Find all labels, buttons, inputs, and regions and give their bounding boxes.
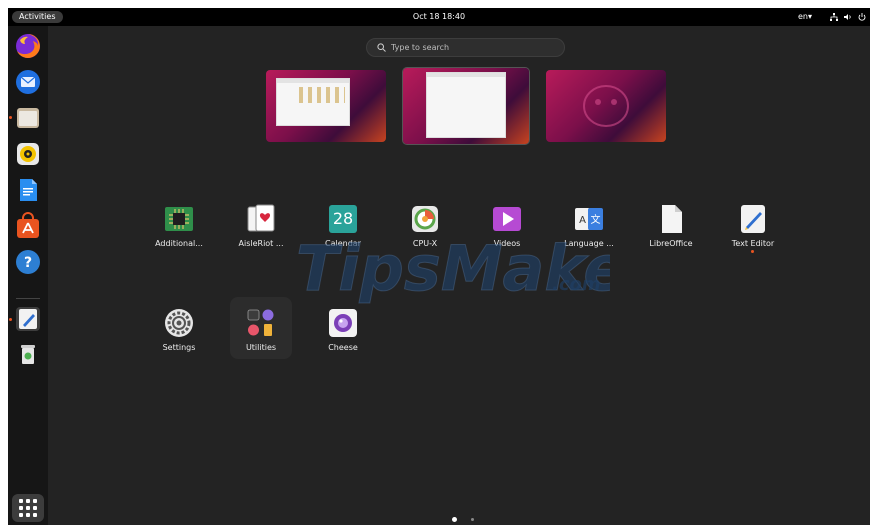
dock-item-writer[interactable] [14, 176, 42, 204]
dock-item-firefox[interactable] [14, 32, 42, 60]
app-label: Utilities [245, 343, 277, 352]
language-indicator[interactable]: en▾ [798, 12, 812, 21]
chip-icon [165, 207, 193, 231]
text-editor-icon [741, 205, 765, 233]
dock-item-files[interactable] [14, 104, 42, 132]
search-placeholder: Type to search [391, 43, 450, 52]
writer-icon [20, 179, 37, 201]
app-label: Text Editor [731, 239, 775, 248]
app-label: Additional... [155, 239, 203, 248]
dock-item-trash[interactable] [14, 340, 42, 368]
cpu-icon [412, 206, 438, 232]
trash-icon [21, 345, 35, 364]
top-bar: Activities Oct 18 18:40 en▾ [8, 8, 870, 26]
play-icon [493, 207, 521, 231]
svg-text:?: ? [24, 255, 32, 271]
svg-text:A: A [579, 215, 586, 226]
system-tray[interactable] [830, 11, 866, 23]
workspace-thumbnail-2[interactable] [403, 68, 529, 144]
new-app-indicator [751, 250, 754, 253]
text-editor-icon [16, 307, 40, 331]
ubuntu-mascot-icon [583, 85, 629, 127]
running-indicator [9, 318, 12, 321]
files-icon [17, 108, 39, 128]
page-dot-current[interactable] [452, 517, 457, 522]
music-icon [17, 143, 39, 165]
app-additional-drivers[interactable]: Additional... [138, 203, 220, 263]
software-store-icon [17, 212, 39, 238]
search-icon [377, 43, 386, 52]
page-indicator [452, 517, 474, 522]
gear-icon [165, 309, 193, 337]
app-folder-utilities[interactable]: Utilities [220, 307, 302, 367]
cards-icon [247, 204, 275, 232]
search-input[interactable]: Type to search [366, 38, 565, 57]
desktop-overview: Activities Oct 18 18:40 en▾ ? Type to se… [8, 8, 870, 525]
clock[interactable]: Oct 18 18:40 [8, 12, 870, 21]
app-cheese[interactable]: Cheese [302, 307, 384, 367]
svg-text:.com: .com [552, 274, 601, 295]
window-thumbnail-text-editor[interactable] [426, 72, 506, 138]
translate-icon: A 文 [575, 208, 603, 230]
app-label: Settings [162, 343, 196, 352]
watermark-logo: TipsMake .com [296, 232, 611, 306]
page-dot[interactable] [471, 518, 474, 521]
dock-item-software[interactable] [14, 212, 42, 240]
firefox-icon [16, 34, 40, 58]
dock-item-text-editor[interactable] [14, 305, 42, 333]
mail-icon [16, 70, 40, 94]
window-thumbnail-files[interactable] [276, 78, 350, 126]
app-label: LibreOffice [649, 239, 693, 248]
app-libreoffice[interactable]: LibreOffice [630, 203, 712, 263]
calendar-day: 28 [332, 209, 354, 228]
running-indicator [9, 116, 12, 119]
dock-item-thunderbird[interactable] [14, 68, 42, 96]
svg-text:文: 文 [591, 213, 601, 226]
help-icon: ? [16, 250, 40, 274]
dock: ? [8, 26, 48, 525]
dock-item-rhythmbox[interactable] [14, 140, 42, 168]
network-icon [830, 13, 838, 21]
app-label: Cheese [328, 343, 358, 352]
workspace-thumbnail-3[interactable] [546, 70, 666, 142]
document-icon [662, 205, 682, 233]
app-text-editor[interactable]: Text Editor [712, 203, 794, 263]
show-applications-button[interactable] [12, 494, 44, 522]
app-settings[interactable]: Settings [138, 307, 220, 367]
power-icon [858, 13, 866, 21]
workspace-thumbnail-1[interactable] [266, 70, 386, 142]
folder-icon [247, 309, 274, 336]
dock-separator [16, 298, 40, 299]
volume-icon [844, 14, 851, 20]
dock-item-help[interactable]: ? [14, 248, 42, 276]
